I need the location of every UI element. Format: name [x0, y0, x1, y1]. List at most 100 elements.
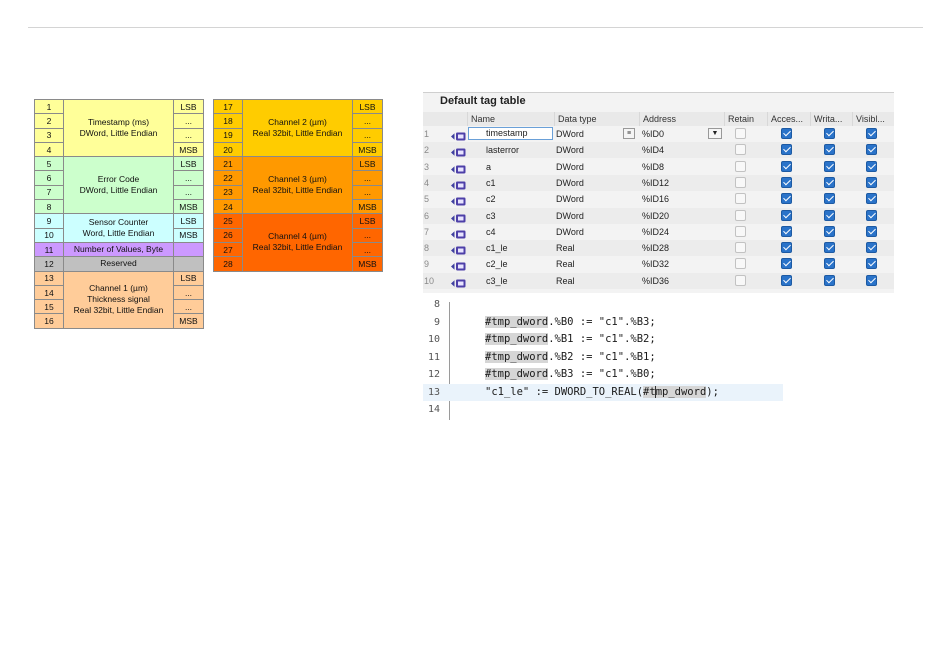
- tag-row[interactable]: 7 c4 DWord %ID24: [423, 224, 894, 240]
- writable-checkbox[interactable]: [824, 209, 835, 221]
- tag-data-type[interactable]: DWord: [556, 175, 584, 191]
- code-rest: .%B1 := "c1".%B2;: [548, 333, 656, 345]
- tag-name[interactable]: c3: [486, 208, 496, 224]
- visible-checkbox[interactable]: [866, 193, 877, 205]
- visible-checkbox[interactable]: [866, 160, 877, 172]
- tag-address[interactable]: %ID4: [642, 142, 664, 158]
- visible-checkbox[interactable]: [866, 209, 877, 221]
- code-line[interactable]: 8: [423, 296, 783, 314]
- memory-map-table-right: 17 Channel 2 (µm) Real 32bit, Little Endia…: [213, 98, 383, 272]
- header-name[interactable]: Name: [468, 112, 555, 126]
- code-rest: .%B0 := "c1".%B3;: [548, 315, 656, 328]
- tag-name[interactable]: c1: [486, 175, 496, 191]
- visible-checkbox[interactable]: [866, 225, 877, 237]
- tag-row[interactable]: 2 lasterror DWord %ID4: [423, 142, 894, 159]
- address-dropdown-icon[interactable]: ▼: [708, 128, 722, 139]
- tag-data-type[interactable]: DWord: [556, 208, 584, 224]
- retain-checkbox[interactable]: [735, 258, 746, 270]
- retain-checkbox[interactable]: [735, 274, 746, 286]
- accessible-checkbox[interactable]: [781, 274, 792, 286]
- accessible-checkbox[interactable]: [781, 225, 792, 237]
- tag-row[interactable]: 8 c1_le Real %ID28: [423, 240, 894, 257]
- tag-data-type[interactable]: DWord: [556, 191, 584, 207]
- visible-checkbox[interactable]: [866, 242, 877, 254]
- tag-name[interactable]: c2: [486, 191, 496, 207]
- data-type-picker-icon[interactable]: ≡: [623, 128, 635, 139]
- retain-checkbox[interactable]: [735, 193, 746, 205]
- tag-row[interactable]: 4 c1 DWord %ID12: [423, 174, 894, 191]
- tag-row[interactable]: 6 c3 DWord %ID20: [423, 207, 894, 224]
- code-line[interactable]: 9 #tmp_dword.%B0 := "c1".%B3;: [423, 314, 783, 332]
- tag-data-type[interactable]: Real: [556, 256, 575, 272]
- tag-address[interactable]: %ID20: [642, 208, 669, 224]
- code-line[interactable]: 11 #tmp_dword.%B2 := "c1".%B1;: [423, 349, 783, 367]
- header-address[interactable]: Address: [640, 112, 725, 126]
- writable-checkbox[interactable]: [824, 274, 835, 286]
- tag-row[interactable]: 9 c2_le Real %ID32: [423, 256, 894, 272]
- writable-checkbox[interactable]: [824, 128, 835, 139]
- tag-name[interactable]: c4: [486, 224, 496, 240]
- retain-checkbox[interactable]: [735, 242, 746, 254]
- tag-data-type[interactable]: Real: [556, 240, 575, 256]
- header-retain[interactable]: Retain: [725, 112, 768, 126]
- tag-name[interactable]: c2_le: [486, 256, 508, 272]
- tag-address[interactable]: %ID24: [642, 224, 669, 240]
- tag-data-type[interactable]: DWord: [556, 224, 584, 240]
- tag-address[interactable]: %ID36: [642, 273, 669, 289]
- visible-checkbox[interactable]: [866, 176, 877, 188]
- header-accessible[interactable]: Acces...: [768, 112, 811, 126]
- tag-name[interactable]: c3_le: [486, 273, 508, 289]
- code-line[interactable]: 12 #tmp_dword.%B3 := "c1".%B0;: [423, 366, 783, 384]
- tag-name-edit-field[interactable]: timestamp: [468, 127, 553, 140]
- retain-checkbox[interactable]: [735, 225, 746, 237]
- tag-address[interactable]: %ID8: [642, 159, 664, 175]
- retain-checkbox[interactable]: [735, 209, 746, 221]
- accessible-checkbox[interactable]: [781, 176, 792, 188]
- header-data-type[interactable]: Data type: [555, 112, 640, 126]
- accessible-checkbox[interactable]: [781, 128, 792, 139]
- tag-name[interactable]: c1_le: [486, 240, 508, 256]
- accessible-checkbox[interactable]: [781, 258, 792, 270]
- retain-checkbox[interactable]: [735, 176, 746, 188]
- visible-checkbox[interactable]: [866, 128, 877, 139]
- accessible-checkbox[interactable]: [781, 193, 792, 205]
- visible-checkbox[interactable]: [866, 274, 877, 286]
- code-line[interactable]: 14: [423, 401, 783, 419]
- accessible-checkbox[interactable]: [781, 144, 792, 156]
- writable-checkbox[interactable]: [824, 258, 835, 270]
- writable-checkbox[interactable]: [824, 144, 835, 156]
- retain-checkbox[interactable]: [735, 128, 746, 139]
- writable-checkbox[interactable]: [824, 160, 835, 172]
- header-writable[interactable]: Writa...: [811, 112, 853, 126]
- retain-checkbox[interactable]: [735, 144, 746, 156]
- code-line[interactable]: 13 "c1_le" := DWORD_TO_REAL(#tmp_dword);: [423, 383, 783, 401]
- code-editor[interactable]: 8 9 #tmp_dword.%B0 := "c1".%B3; 10 #tmp_dwor…: [423, 299, 783, 420]
- tag-data-type[interactable]: DWord: [556, 126, 584, 142]
- tag-row[interactable]: 10 c3_le Real %ID36: [423, 272, 894, 289]
- tag-data-type[interactable]: Real: [556, 273, 575, 289]
- retain-checkbox[interactable]: [735, 160, 746, 172]
- accessible-checkbox[interactable]: [781, 242, 792, 254]
- visible-checkbox[interactable]: [866, 258, 877, 270]
- tag-name[interactable]: a: [486, 159, 491, 175]
- writable-checkbox[interactable]: [824, 193, 835, 205]
- tag-row[interactable]: 5 c2 DWord %ID16: [423, 191, 894, 207]
- tag-address[interactable]: %ID0: [642, 126, 664, 142]
- writable-checkbox[interactable]: [824, 242, 835, 254]
- tag-data-type[interactable]: DWord: [556, 142, 584, 158]
- tag-address[interactable]: %ID32: [642, 256, 669, 272]
- tag-address[interactable]: %ID12: [642, 175, 669, 191]
- tag-address[interactable]: %ID28: [642, 240, 669, 256]
- header-visible[interactable]: Visibl...: [853, 112, 894, 126]
- writable-checkbox[interactable]: [824, 176, 835, 188]
- accessible-checkbox[interactable]: [781, 160, 792, 172]
- code-line[interactable]: 10 #tmp_dword.%B1 := "c1".%B2;: [423, 331, 783, 349]
- writable-checkbox[interactable]: [824, 225, 835, 237]
- tag-address[interactable]: %ID16: [642, 191, 669, 207]
- accessible-checkbox[interactable]: [781, 209, 792, 221]
- tag-data-type[interactable]: DWord: [556, 159, 584, 175]
- tag-row[interactable]: 3 a DWord %ID8: [423, 159, 894, 175]
- tag-name[interactable]: lasterror: [486, 142, 519, 158]
- visible-checkbox[interactable]: [866, 144, 877, 156]
- tag-row[interactable]: 1 timestamp DWord ≡ %ID0 ▼: [423, 126, 894, 142]
